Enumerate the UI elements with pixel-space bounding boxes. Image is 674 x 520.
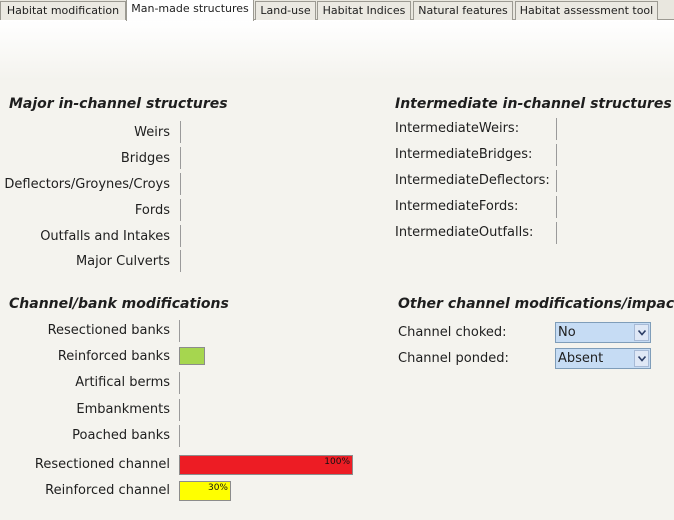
- channel-ponded-select[interactable]: Absent: [555, 348, 651, 369]
- intermediate-fords-label: IntermediateFords:: [395, 199, 519, 214]
- panel-background: [0, 20, 674, 80]
- resectioned-channel-bar: 100%: [179, 455, 353, 475]
- intermediate-outfalls-label: IntermediateOutfalls:: [395, 225, 534, 240]
- intermediate-structures-heading: Intermediate in-channel structures: [395, 96, 672, 112]
- intermediate-deflectors-label: IntermediateDeflectors:: [395, 173, 550, 188]
- reinforced-channel-percent: 30%: [207, 483, 228, 493]
- reinforced-channel-bar: 30%: [179, 481, 231, 501]
- resectioned-banks-bar: [179, 320, 180, 342]
- intermediate-deflectors-bar: [556, 170, 557, 192]
- channel-choked-label: Channel choked:: [398, 325, 507, 340]
- fords-bar: [180, 199, 181, 221]
- channel-ponded-label: Channel ponded:: [398, 351, 509, 366]
- major-culverts-bar: [180, 250, 181, 272]
- tab-bar: Habitat modification Man-made structures…: [0, 0, 674, 21]
- bridges-label: Bridges: [120, 151, 170, 166]
- other-modifications-heading: Other channel modifications/impacts: [398, 296, 674, 312]
- tab-man-made-structures[interactable]: Man-made structures: [126, 0, 254, 21]
- embankments-label: Embankments: [76, 402, 170, 417]
- channel-choked-select[interactable]: No: [555, 322, 651, 343]
- fords-label: Fords: [134, 203, 170, 218]
- intermediate-outfalls-bar: [556, 222, 557, 244]
- embankments-bar: [179, 399, 180, 421]
- poached-banks-bar: [179, 425, 180, 447]
- intermediate-fords-bar: [556, 196, 557, 218]
- deflectors-label: Deflectors/Groynes/Croys: [4, 177, 170, 192]
- weirs-label: Weirs: [134, 125, 170, 140]
- deflectors-bar: [180, 173, 181, 195]
- tab-habitat-indices[interactable]: Habitat Indices: [317, 1, 411, 20]
- intermediate-bridges-bar: [556, 144, 557, 166]
- intermediate-weirs-label: IntermediateWeirs:: [395, 121, 520, 136]
- artifical-berms-bar: [179, 372, 180, 394]
- channel-ponded-value: Absent: [558, 351, 604, 366]
- artifical-berms-label: Artifical berms: [75, 375, 170, 390]
- reinforced-banks-label: Reinforced banks: [57, 349, 170, 364]
- resectioned-channel-percent: 100%: [324, 457, 350, 467]
- tab-land-use[interactable]: Land-use: [255, 1, 316, 20]
- resectioned-banks-label: Resectioned banks: [47, 323, 170, 338]
- major-structures-heading: Major in-channel structures: [9, 96, 228, 112]
- weirs-bar: [180, 121, 181, 143]
- outfalls-intakes-bar: [180, 225, 181, 247]
- chevron-down-icon[interactable]: [634, 350, 649, 367]
- reinforced-channel-label: Reinforced channel: [45, 483, 170, 498]
- channel-choked-value: No: [558, 325, 576, 340]
- intermediate-bridges-label: IntermediateBridges:: [395, 147, 533, 162]
- reinforced-banks-bar: [179, 347, 205, 365]
- outfalls-intakes-label: Outfalls and Intakes: [40, 229, 170, 244]
- bridges-bar: [180, 147, 181, 169]
- chevron-down-icon[interactable]: [634, 324, 649, 341]
- tab-natural-features[interactable]: Natural features: [413, 1, 513, 20]
- major-culverts-label: Major Culverts: [75, 254, 170, 269]
- tab-habitat-modification[interactable]: Habitat modification: [0, 1, 126, 20]
- resectioned-channel-label: Resectioned channel: [34, 457, 170, 472]
- tab-habitat-assessment-tool[interactable]: Habitat assessment tool: [515, 1, 658, 20]
- intermediate-weirs-bar: [556, 118, 557, 140]
- bank-modifications-heading: Channel/bank modifications: [9, 296, 229, 312]
- poached-banks-label: Poached banks: [72, 428, 170, 443]
